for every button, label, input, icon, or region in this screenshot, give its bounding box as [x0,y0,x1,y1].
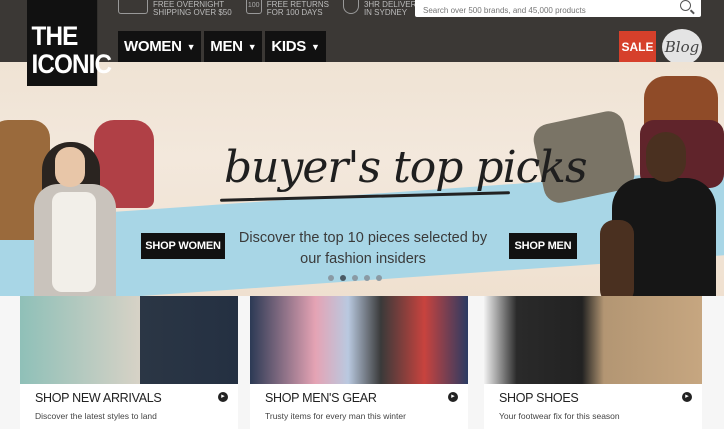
tile-title: SHOP SHOES [499,391,579,405]
perk-shipping[interactable]: FREE OVERNIGHT SHIPPING OVER $50 [118,0,232,20]
tile-subtitle: Your footwear fix for this season [499,411,620,421]
arrow-right-icon[interactable]: ▸ [448,392,458,402]
perk-returns[interactable]: 100 FREE RETURNS FOR 100 DAYS [245,0,329,20]
hero-banner[interactable]: buyer's top picks Discover the top 10 pi… [0,62,724,302]
tile-subtitle: Discover the latest styles to land [35,411,157,421]
female-model-face [55,147,85,187]
chevron-down-icon: ▼ [186,41,196,52]
carousel-dot-active[interactable] [340,275,346,281]
nav-kids-label: KIDS [271,38,306,55]
perk-returns-line2: FOR 100 DAYS [266,8,323,17]
male-model-head [646,132,686,182]
female-model-top [52,192,96,292]
mens-gear-image [250,296,468,384]
clock-icon [342,0,359,14]
tile-mens-gear[interactable]: SHOP MEN'S GEAR Trusty items for every m… [250,296,468,429]
tile-new-arrivals[interactable]: SHOP NEW ARRIVALS Discover the latest st… [20,296,238,429]
carousel-dots [328,275,382,281]
perk-shipping-line2: SHIPPING OVER $50 [153,8,232,17]
carousel-dot[interactable] [364,275,370,281]
arrow-right-icon[interactable]: ▸ [682,392,692,402]
nav-women[interactable]: WOMEN ▼ [118,31,202,62]
promo-tiles: SHOP NEW ARRIVALS Discover the latest st… [0,296,724,429]
logo-line2: ICONIC [31,49,113,79]
nav-men[interactable]: MEN ▼ [204,31,263,62]
shoes-image [484,296,702,384]
returns-100-icon: 100 [245,0,262,14]
perk-delivery-line2: IN SYDNEY [363,8,408,17]
truck-icon [118,0,148,14]
blog-button[interactable]: Blog [662,29,702,65]
male-model-arm [600,220,634,302]
logo-line1: THE [31,21,79,51]
shop-women-button[interactable]: SHOP WOMEN [141,233,225,259]
perks-bar: FREE OVERNIGHT SHIPPING OVER $50 100 FREE… [118,0,422,20]
tile-shoes[interactable]: SHOP SHOES Your footwear fix for this se… [484,296,702,429]
sale-button[interactable]: SALE [619,31,656,62]
search-icon[interactable] [680,0,691,11]
perk-delivery[interactable]: 3HR DELIVERY IN SYDNEY [342,0,422,20]
nav-women-label: WOMEN [124,38,182,55]
tile-title: SHOP MEN'S GEAR [265,391,377,405]
new-arrivals-image [20,296,238,384]
shop-men-button[interactable]: SHOP MEN [509,233,577,259]
site-logo[interactable]: THE ICONIC [27,0,113,86]
tile-title: SHOP NEW ARRIVALS [35,391,162,405]
hero-headline: buyer's top picks [224,142,588,193]
chevron-down-icon: ▼ [310,41,320,52]
nav-kids[interactable]: KIDS ▼ [265,31,326,62]
tile-subtitle: Trusty items for every man this winter [265,411,406,421]
chevron-down-icon: ▼ [247,41,257,52]
nav-men-label: MEN [210,38,243,55]
carousel-dot[interactable] [376,275,382,281]
carousel-dot[interactable] [352,275,358,281]
search-input[interactable] [415,3,665,18]
search-bar [415,0,701,18]
hero-tagline: Discover the top 10 pieces selected by o… [238,230,488,267]
arrow-right-icon[interactable]: ▸ [218,392,228,402]
main-nav: WOMEN ▼ MEN ▼ KIDS ▼ [118,31,326,62]
carousel-dot[interactable] [328,275,334,281]
